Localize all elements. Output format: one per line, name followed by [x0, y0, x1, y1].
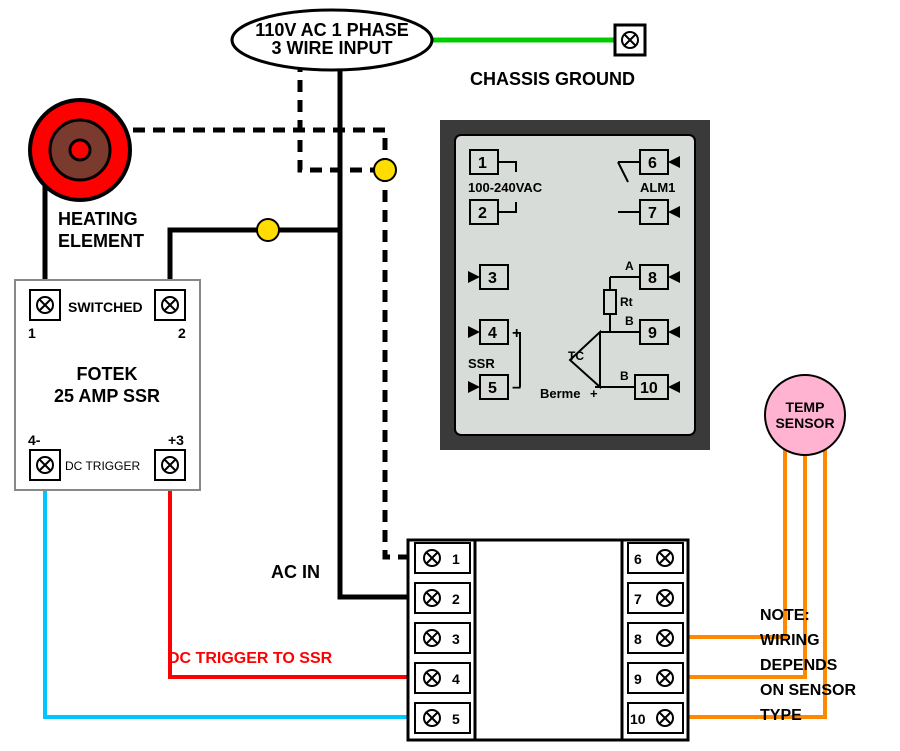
ssr-title2: 25 AMP SSR [54, 386, 160, 406]
tb-n5: 5 [452, 711, 460, 727]
wiring-diagram: 110V AC 1 PHASE 3 WIRE INPUT CHASSIS GRO… [0, 0, 900, 751]
tb-n7: 7 [634, 591, 642, 607]
plate-t9: 9 [648, 325, 657, 342]
plate-t10: 10 [640, 380, 658, 397]
controller-label-plate: 1 2 100-240VAC 3 4 + 5 − SSR [440, 120, 710, 450]
plate-vac: 100-240VAC [468, 180, 543, 195]
heater-label1: HEATING [58, 209, 138, 229]
temp-sensor-l2: SENSOR [775, 415, 834, 431]
note-2: WIRING [760, 632, 820, 649]
plate-t5: 5 [488, 380, 497, 397]
ssr-terminal-1 [30, 290, 60, 320]
ac-in-label: AC IN [271, 562, 320, 582]
tb-n8: 8 [634, 631, 642, 647]
power-line2: 3 WIRE INPUT [271, 38, 392, 58]
tb-n1: 1 [452, 551, 460, 567]
temp-sensor: TEMP SENSOR [765, 375, 845, 455]
note-1: NOTE: [760, 607, 810, 624]
plate-rt: Rt [620, 295, 633, 309]
heating-element [30, 100, 130, 200]
tb-n2: 2 [452, 591, 460, 607]
ssr-terminal-3 [155, 450, 185, 480]
plate-t6: 6 [648, 155, 657, 172]
junction-mid [257, 219, 279, 241]
tb-n9: 9 [634, 671, 642, 687]
plate-t3: 3 [488, 270, 497, 287]
plate-a: A [625, 259, 634, 273]
ssr-terminal-2 [155, 290, 185, 320]
plate-berme: Berme [540, 386, 580, 401]
temp-sensor-l1: TEMP [786, 399, 825, 415]
ssr-switched-label: SWITCHED [68, 299, 143, 315]
tb-n4: 4 [452, 671, 460, 687]
plate-tc: TC [568, 349, 584, 363]
chassis-ground-terminal [615, 25, 645, 55]
wire-dc-minus [45, 470, 420, 717]
ssr-t4-num: 4- [28, 432, 41, 448]
note-5: TYPE [760, 707, 802, 724]
terminal-block: 1 2 3 4 5 6 7 8 [408, 540, 688, 740]
plate-berme-plus: + [590, 386, 598, 401]
ssr-t3-num: +3 [168, 432, 184, 448]
heater-label2: ELEMENT [58, 231, 144, 251]
power-line1: 110V AC 1 PHASE [255, 20, 408, 40]
tb-n3: 3 [452, 631, 460, 647]
plate-t8: 8 [648, 270, 657, 287]
wire-neutral-to-t1 [385, 170, 420, 557]
plate-b2: B [620, 369, 629, 383]
ssr-dc-trigger-label: DC TRIGGER [65, 459, 140, 473]
ssr-t1-num: 1 [28, 325, 36, 341]
note-3: DEPENDS [760, 657, 838, 674]
ssr-t2-num: 2 [178, 325, 186, 341]
ssr-box: SWITCHED 1 2 FOTEK 25 AMP SSR 4- +3 DC T… [15, 280, 200, 490]
plate-t1: 1 [478, 155, 487, 172]
ssr-title1: FOTEK [77, 364, 138, 384]
plate-ssr: SSR [468, 356, 495, 371]
tb-n10: 10 [630, 711, 646, 727]
plate-t2: 2 [478, 205, 487, 222]
plate-t7: 7 [648, 205, 657, 222]
chassis-ground-label: CHASSIS GROUND [470, 69, 635, 89]
junction-top [374, 159, 396, 181]
plate-t4: 4 [488, 325, 497, 342]
dc-trigger-to-ssr-label: DC TRIGGER TO SSR [168, 650, 333, 667]
plate-b1: B [625, 314, 634, 328]
note-4: ON SENSOR [760, 682, 856, 699]
ssr-terminal-4 [30, 450, 60, 480]
wire-hot-main [268, 60, 340, 230]
tb-n6: 6 [634, 551, 642, 567]
plate-alm1: ALM1 [640, 180, 675, 195]
